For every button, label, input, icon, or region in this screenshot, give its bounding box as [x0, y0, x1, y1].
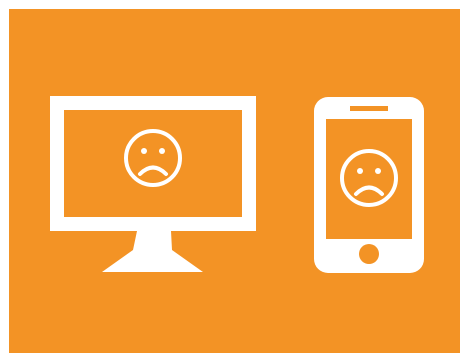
phone-screen	[326, 119, 412, 239]
illustration	[9, 9, 460, 353]
phone-home-button	[359, 244, 379, 264]
smartphone	[314, 97, 424, 273]
monitor-screen	[64, 110, 242, 217]
illustration-svg	[9, 9, 460, 353]
phone-speaker	[350, 106, 388, 111]
